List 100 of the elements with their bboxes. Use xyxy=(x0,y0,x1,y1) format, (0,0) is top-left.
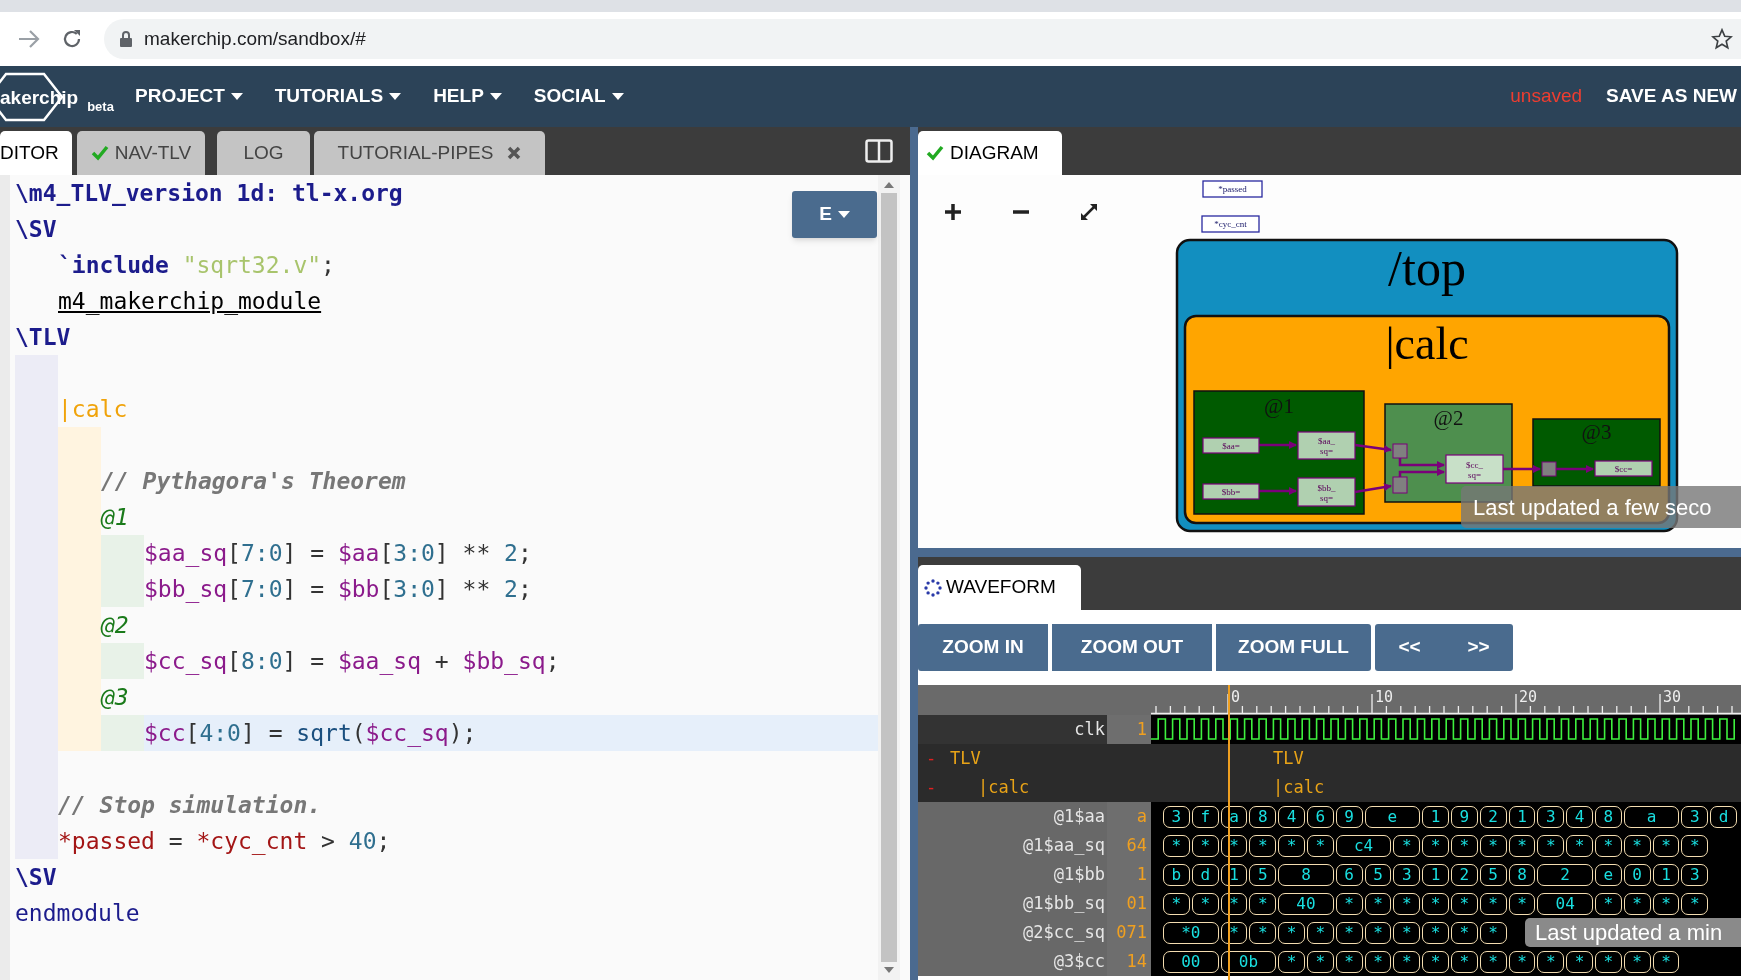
bus-segment: * xyxy=(1163,892,1190,915)
bus-segment: * xyxy=(1594,950,1622,973)
code-line: \m4_TLV_version 1d: tl-x.org xyxy=(15,179,404,208)
signal-value: 1 xyxy=(1107,715,1151,744)
bus-segment: * xyxy=(1450,950,1478,973)
bus-segment: * xyxy=(1278,950,1305,973)
bus-segment: * xyxy=(1278,921,1305,944)
star-icon[interactable] xyxy=(1711,28,1733,50)
zoom-button[interactable]: ZOOM FULL xyxy=(1216,624,1371,671)
bus-segment: * xyxy=(1335,892,1363,915)
collapse-toggle[interactable]: - xyxy=(924,774,938,801)
status-toast: Last updated a few seco xyxy=(1461,486,1741,528)
bus-segment: * xyxy=(1537,834,1565,857)
bus-segment: * xyxy=(1450,921,1478,944)
split-view-icon[interactable] xyxy=(865,139,893,163)
mux-square xyxy=(1392,443,1408,459)
bus-segment: * xyxy=(1163,834,1190,857)
bus-segment: * xyxy=(1335,921,1363,944)
bus-segment: * xyxy=(1364,892,1392,915)
collapse-toggle[interactable]: - xyxy=(924,745,938,772)
code-line: endmodule xyxy=(15,899,141,928)
caret-icon xyxy=(389,93,402,100)
bus-segment: * xyxy=(1479,950,1507,973)
arrow xyxy=(1556,465,1594,473)
bus-segment: 3 xyxy=(1537,805,1565,828)
arrow xyxy=(1398,468,1445,477)
bus-segment: 6 xyxy=(1307,805,1334,828)
code-line: @1 xyxy=(101,503,130,532)
code-line: \SV xyxy=(15,215,58,244)
plus-icon[interactable] xyxy=(943,202,963,222)
signal-node: $aa_ sq= xyxy=(1297,431,1356,460)
bus-segment: 4 xyxy=(1278,805,1305,828)
zoom-button[interactable]: ZOOM IN xyxy=(918,624,1048,671)
nav-menu[interactable]: SOCIAL xyxy=(520,82,637,111)
bus-segment: 40 xyxy=(1278,892,1334,915)
scope-label: |calc xyxy=(1273,775,1325,799)
arrow xyxy=(1259,487,1297,495)
editor-tab[interactable]: NAV-TLV xyxy=(77,131,205,175)
nav-menu[interactable]: HELP xyxy=(420,82,515,111)
code-line: // Pythagora's Theorem xyxy=(101,467,407,496)
signal-name: @1$bb_sq xyxy=(918,889,1107,918)
editor-tab[interactable]: TUTORIAL-PIPES xyxy=(314,131,545,175)
ruler-label: 20 xyxy=(1519,688,1538,706)
step-button[interactable]: << xyxy=(1375,624,1444,671)
pipeline-label: |calc xyxy=(1385,318,1469,369)
signal-value: a xyxy=(1107,802,1151,831)
bus-segment: 5 xyxy=(1364,863,1392,886)
waveform-tab[interactable]: WAVEFORM xyxy=(918,565,1081,610)
back-icon[interactable] xyxy=(18,30,40,48)
diagram-tab[interactable]: DIAGRAM xyxy=(918,131,1062,175)
zoom-button[interactable]: ZOOM OUT xyxy=(1052,624,1212,671)
bus-segment: 8 xyxy=(1249,805,1277,828)
bus-segment: 3 xyxy=(1393,863,1421,886)
editor-tab[interactable]: DITOR xyxy=(0,131,72,175)
bus-segment: * xyxy=(1307,834,1334,857)
address-bar[interactable]: makerchip.com/sandbox/# xyxy=(104,19,1741,59)
bus-segment: d xyxy=(1710,805,1737,828)
code-line: $bb_sq[7:0] = $bb[3:0] ** 2; xyxy=(144,575,533,605)
caret-icon xyxy=(230,93,243,100)
bus-segment: 1 xyxy=(1652,863,1680,886)
nav-menu[interactable]: TUTORIALS xyxy=(261,82,415,111)
code-line: $cc_sq[8:0] = $aa_sq + $bb_sq; xyxy=(144,647,561,677)
bus-segment: * xyxy=(1681,892,1709,915)
bus-segment: 2 xyxy=(1479,805,1507,828)
mode-dropdown-button[interactable]: E xyxy=(792,191,877,238)
bus-segment: * xyxy=(1307,950,1334,973)
expand-icon[interactable] xyxy=(1079,202,1099,222)
caret-icon xyxy=(611,93,624,100)
bus-segment: * xyxy=(1191,834,1219,857)
close-icon[interactable] xyxy=(507,146,522,160)
ruler-label: 0 xyxy=(1231,688,1241,706)
bus-segment: 04 xyxy=(1537,892,1593,915)
mux-square xyxy=(1392,476,1408,494)
bus-segment: * xyxy=(1652,834,1680,857)
bus-segment: e xyxy=(1594,863,1622,886)
bus-segment: * xyxy=(1566,834,1593,857)
bus-segment: b xyxy=(1163,863,1190,886)
step-button[interactable]: >> xyxy=(1444,624,1513,671)
signal-node: $cc_ sq= xyxy=(1445,454,1504,484)
scope-label: TLV xyxy=(1273,746,1304,770)
caret-icon xyxy=(837,211,850,218)
signal-value: 14 xyxy=(1107,947,1151,976)
bus-segment: * xyxy=(1479,892,1507,915)
bus-segment: * xyxy=(1594,834,1622,857)
stage-label: @3 xyxy=(1581,420,1612,444)
signal-name: @1$bb xyxy=(918,860,1107,889)
code-line: \TLV xyxy=(15,323,72,352)
global-signal: *passed xyxy=(1202,180,1263,198)
scrollbar[interactable] xyxy=(878,175,900,980)
bus-segment: 9 xyxy=(1450,805,1478,828)
global-signal: *cyc_cnt xyxy=(1201,215,1260,233)
nav-menu[interactable]: PROJECT xyxy=(122,82,256,111)
editor-tab[interactable]: LOG xyxy=(217,131,310,175)
save-as-new-button[interactable]: SAVE AS NEW xyxy=(1606,82,1737,111)
arrow xyxy=(1354,443,1392,453)
signal-value: 64 xyxy=(1107,831,1151,860)
bus-segment: 3 xyxy=(1163,805,1190,828)
bus-segment: 8 xyxy=(1508,863,1536,886)
stage-label: @2 xyxy=(1433,406,1464,430)
reload-icon[interactable] xyxy=(62,29,82,49)
